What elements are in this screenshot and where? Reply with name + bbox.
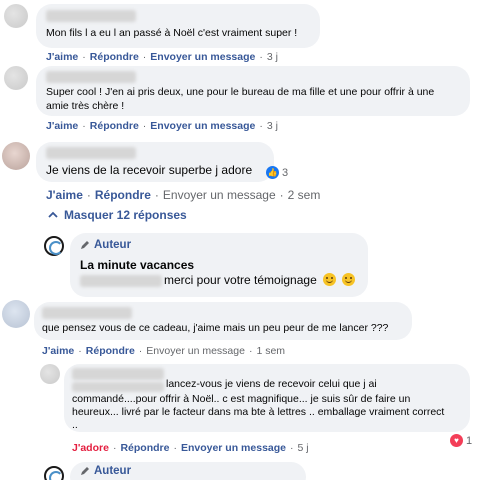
comment-text-body: merci pour votre témoignage	[164, 273, 317, 287]
comment-text: Je viens de la recevoir superbe j adore	[46, 163, 253, 177]
timestamp[interactable]: 3 j	[267, 51, 278, 63]
separator-dot: ·	[142, 51, 147, 63]
like-button[interactable]: J'aime	[42, 345, 74, 357]
chevron-up-icon	[48, 211, 58, 218]
separator-dot: ·	[82, 51, 86, 63]
author-name-redacted[interactable]	[46, 10, 136, 22]
separator-dot: ·	[290, 442, 294, 454]
reply-button[interactable]: Répondre	[90, 51, 139, 63]
separator-dot: ·	[82, 120, 86, 132]
comment-text: que pensez vous de ce cadeau, j'aime mai…	[42, 322, 389, 334]
like-button[interactable]: J'aime	[46, 120, 78, 132]
author-badge: Auteur	[80, 239, 131, 251]
pencil-icon	[81, 467, 89, 475]
reply-button[interactable]: Répondre	[120, 442, 169, 454]
author-name-redacted[interactable]	[72, 382, 164, 392]
avatar[interactable]	[2, 300, 30, 328]
author-badge: Auteur	[80, 465, 131, 477]
page-avatar-logo[interactable]	[44, 236, 64, 256]
send-message-button[interactable]: Envoyer un message	[150, 51, 255, 63]
separator-dot: ·	[154, 188, 159, 202]
separator-dot: ·	[138, 345, 143, 357]
comment-actions: J'aime · Répondre · Envoyer un message ·…	[46, 120, 278, 132]
separator-dot: ·	[173, 442, 177, 454]
like-reaction-icon: 👍	[266, 166, 279, 179]
separator-dot: ·	[259, 51, 263, 63]
comment-text: merci pour votre témoignage	[164, 273, 356, 288]
comment-actions: J'aime · Répondre · Envoyer un message ·…	[46, 188, 320, 202]
page-avatar-logo[interactable]	[44, 466, 64, 480]
separator-dot: ·	[78, 345, 82, 357]
avatar[interactable]	[4, 4, 28, 28]
separator-dot: ·	[259, 120, 263, 132]
love-button[interactable]: J'adore	[72, 442, 109, 454]
timestamp[interactable]: 2 sem	[288, 188, 321, 202]
send-message-button[interactable]: Envoyer un message	[150, 120, 255, 132]
author-name-redacted[interactable]	[46, 71, 136, 83]
send-message-button[interactable]: Envoyer un message	[163, 188, 276, 202]
avatar[interactable]	[40, 364, 60, 384]
send-message-button[interactable]: Envoyer un message	[146, 345, 245, 357]
author-name-redacted[interactable]	[42, 307, 132, 319]
avatar[interactable]	[4, 66, 28, 90]
separator-dot: ·	[248, 345, 253, 357]
separator-dot: ·	[112, 442, 117, 454]
timestamp[interactable]: 3 j	[267, 120, 278, 132]
comment-text-line: lancez-vous je viens de recevoir celui q…	[166, 378, 377, 390]
timestamp[interactable]: 5 j	[298, 442, 309, 454]
author-badge-label: Auteur	[94, 465, 132, 477]
reply-button[interactable]: Répondre	[90, 120, 139, 132]
timestamp[interactable]: 1 sem	[256, 345, 285, 357]
love-reaction-icon: ♥	[450, 434, 463, 447]
comment-actions: J'adore · Répondre · Envoyer un message …	[72, 442, 309, 454]
separator-dot: ·	[279, 188, 284, 202]
reaction-summary[interactable]: 👍 3	[266, 166, 288, 179]
separator-dot: ·	[86, 188, 91, 202]
author-name-redacted[interactable]	[46, 147, 136, 159]
avatar[interactable]	[2, 142, 30, 170]
comment-actions: J'aime · Répondre · Envoyer un message ·…	[46, 51, 278, 63]
hide-replies-label: Masquer 12 réponses	[64, 208, 187, 222]
comment-text-line: heureux... livré par le facteur dans ma …	[72, 406, 445, 418]
like-button[interactable]: J'aime	[46, 188, 83, 202]
separator-dot: ·	[142, 120, 147, 132]
hide-replies-button[interactable]: Masquer 12 réponses	[48, 208, 187, 222]
author-name-redacted[interactable]	[72, 368, 164, 380]
comment-text-line: ..	[72, 419, 78, 431]
comment-text-line: Super cool ! J'en ai pris deux, une pour…	[46, 86, 435, 98]
reply-button[interactable]: Répondre	[86, 345, 135, 357]
reaction-count: 1	[466, 434, 473, 447]
page-name[interactable]: La minute vacances	[80, 258, 194, 272]
like-button[interactable]: J'aime	[46, 51, 78, 63]
comment-text: Mon fils l a eu l an passé à Noël c'est …	[46, 27, 298, 39]
send-message-button[interactable]: Envoyer un message	[181, 442, 286, 454]
reaction-summary[interactable]: ♥ 1	[450, 434, 472, 447]
mention-redacted[interactable]	[80, 275, 162, 287]
comment-actions: J'aime · Répondre · Envoyer un message ·…	[42, 345, 285, 357]
reply-button[interactable]: Répondre	[95, 188, 151, 202]
smiley-emoji-icon	[323, 273, 337, 286]
comment-text-line: amie très chère !	[46, 100, 125, 112]
reaction-count: 3	[282, 166, 289, 179]
pencil-icon	[81, 241, 89, 249]
smiley-emoji-icon	[342, 273, 356, 286]
author-badge-label: Auteur	[94, 239, 132, 251]
